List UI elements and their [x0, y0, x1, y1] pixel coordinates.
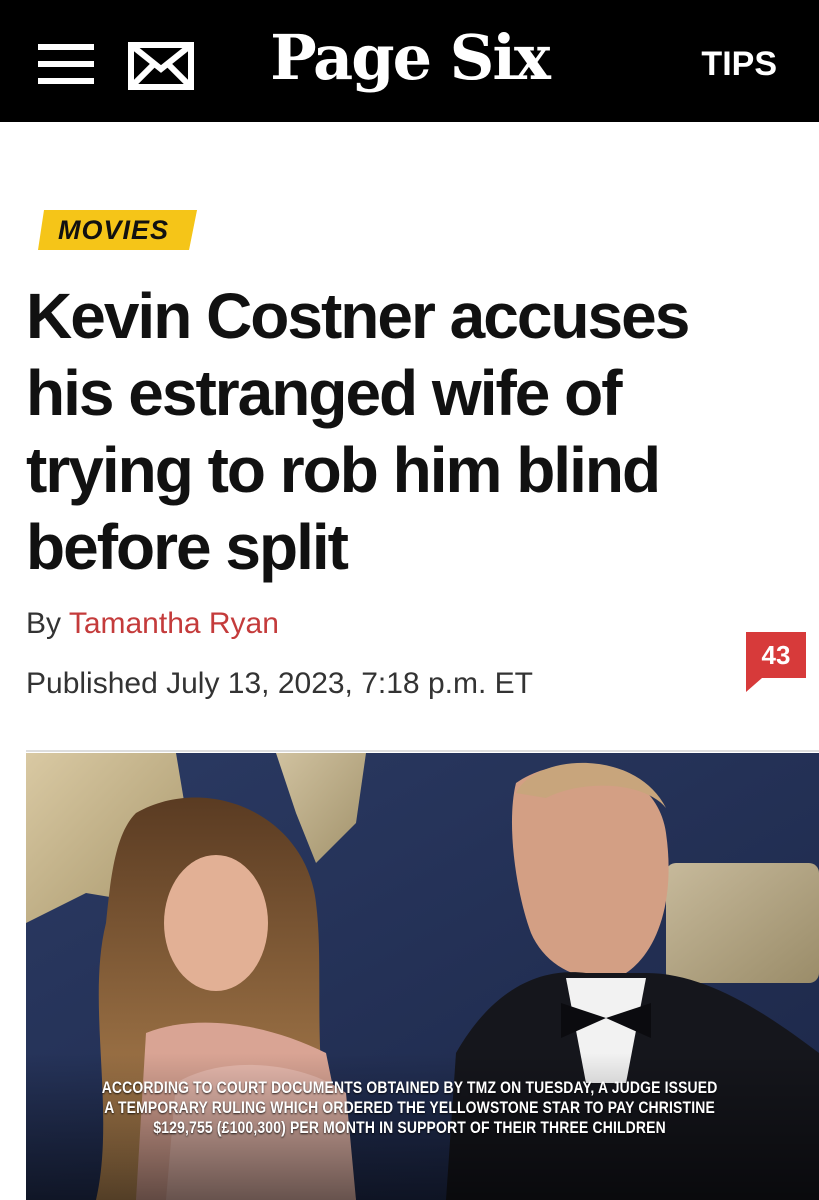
hamburger-menu-icon[interactable]	[38, 44, 94, 84]
envelope-icon[interactable]	[128, 42, 194, 90]
published-date: Published July 13, 2023, 7:18 p.m. ET	[26, 667, 533, 700]
divider	[26, 750, 819, 752]
photo-caption-line: According to court documents obtained by…	[101, 1078, 718, 1097]
author-link[interactable]: Tamantha Ryan	[69, 607, 279, 640]
photo-caption-line: $129,755 (£100,300) per month in support…	[153, 1118, 666, 1137]
byline: By Tamantha Ryan	[26, 604, 279, 644]
photo-caption-line: a temporary ruling which ordered the Yel…	[104, 1098, 715, 1117]
tips-link[interactable]: TIPS	[701, 44, 777, 84]
photo-caption: According to court documents obtained by…	[74, 1078, 746, 1138]
comment-count-badge[interactable]: 43	[746, 632, 806, 692]
site-logo[interactable]: Page Six	[0, 18, 819, 98]
article-headline: Kevin Costner accuses his estranged wife…	[26, 280, 690, 583]
category-tag[interactable]: MOVIES	[38, 210, 197, 250]
byline-prefix: By	[26, 607, 62, 640]
site-header: Page Six TIPS	[0, 0, 819, 122]
